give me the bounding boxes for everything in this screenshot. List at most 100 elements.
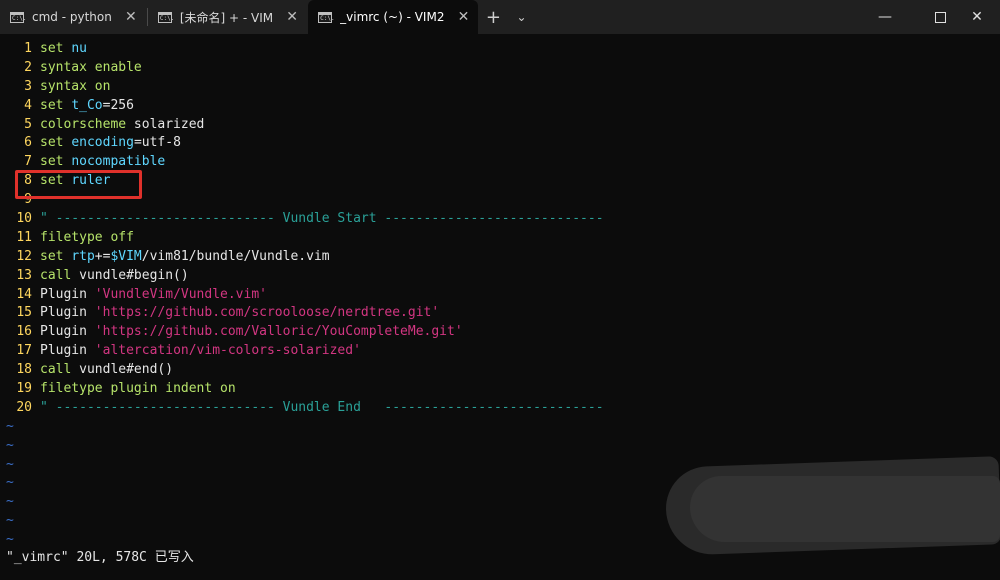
line-number: 11 <box>16 229 32 245</box>
code-token: Plugin <box>40 286 95 302</box>
code-line[interactable]: 1 set nu <box>0 40 1000 59</box>
tab-vimrc-active[interactable]: C:\. _vimrc (~) - VIM2 ✕ <box>308 0 479 34</box>
code-token: 'https://github.com/Valloric/YouComplete… <box>94 324 463 340</box>
code-line[interactable]: 2 syntax enable <box>0 59 1000 78</box>
code-token: filetype <box>40 381 103 397</box>
line-number: 14 <box>16 286 32 302</box>
line-number: 17 <box>16 343 32 359</box>
line-number: 1 <box>24 41 32 56</box>
code-line[interactable]: 20 " ---------------------------- Vundle … <box>0 399 1000 418</box>
code-line[interactable]: 6 set encoding=utf-8 <box>0 134 1000 153</box>
tab-bar: C:\. cmd - python ✕ C:\. [未命名] + - VIM ✕… <box>0 0 1000 34</box>
empty-line-tilde: ~ <box>6 437 14 453</box>
line-number: 16 <box>16 324 32 340</box>
line-number: 13 <box>16 267 32 283</box>
line-number: 20 <box>16 399 32 415</box>
close-window-button[interactable]: ✕ <box>954 0 1000 34</box>
code-token: set <box>40 248 64 264</box>
code-line[interactable]: 14 Plugin 'VundleVim/Vundle.vim' <box>0 286 1000 305</box>
code-token: t_Co <box>71 97 103 113</box>
code-line[interactable]: 9 <box>0 191 1000 210</box>
new-tab-button[interactable]: + <box>479 0 507 34</box>
code-token: rtp <box>71 248 95 264</box>
code-token: vundle#begin() <box>71 267 189 283</box>
code-token: 'VundleVim/Vundle.vim' <box>94 286 267 302</box>
code-token: " ---------------------------- Vundle St… <box>40 211 604 227</box>
terminal-icon: C:\. <box>318 11 335 23</box>
tab-cmd-python[interactable]: C:\. cmd - python ✕ <box>0 0 146 34</box>
code-line[interactable]: 15 Plugin 'https://github.com/scrooloose/… <box>0 304 1000 323</box>
line-number: 4 <box>24 97 32 113</box>
code-token: =utf-8 <box>133 135 181 151</box>
code-token: /vim81/bundle/Vundle.vim <box>141 248 330 264</box>
code-token: += <box>94 248 111 264</box>
terminal-icon: C:\. <box>10 11 26 23</box>
code-line[interactable]: 10 " ---------------------------- Vundle … <box>0 210 1000 229</box>
chevron-down-icon[interactable]: ⌄ <box>507 0 535 34</box>
code-line[interactable]: 11 filetype off <box>0 229 1000 248</box>
code-line[interactable]: 8 set ruler <box>0 172 1000 191</box>
code-token: 'https://github.com/scrooloose/nerdtree.… <box>94 305 440 321</box>
code-token: syntax <box>40 59 87 75</box>
code-line[interactable]: 7 set nocompatible <box>0 153 1000 172</box>
code-line[interactable]: 17 Plugin 'altercation/vim-colors-solariz… <box>0 342 1000 361</box>
line-number: 6 <box>24 135 32 151</box>
close-icon[interactable]: ✕ <box>456 9 470 25</box>
code-token: 'altercation/vim-colors-solarized' <box>94 343 361 359</box>
code-token: set <box>40 97 64 113</box>
line-number: 12 <box>16 248 32 264</box>
code-line[interactable]: 18 call vundle#end() <box>0 361 1000 380</box>
tab-label: [未命名] + - VIM <box>179 10 274 25</box>
tab-label: _vimrc (~) - VIM2 <box>340 10 445 24</box>
minimize-button[interactable]: — <box>862 0 908 34</box>
code-token: colorscheme <box>40 116 127 132</box>
code-line[interactable]: 3 syntax on <box>0 78 1000 97</box>
close-icon[interactable]: ✕ <box>124 9 138 25</box>
code-token: syntax <box>40 78 87 94</box>
code-token: set <box>40 135 64 151</box>
code-token: on <box>220 381 236 397</box>
code-token: " ---------------------------- Vundle En… <box>40 399 604 415</box>
line-number: 2 <box>24 59 32 75</box>
code-token: set <box>40 154 64 170</box>
code-line[interactable]: 4 set t_Co=256 <box>0 97 1000 116</box>
code-token: indent <box>165 381 213 397</box>
line-number: 19 <box>16 381 32 397</box>
highlight-annotation-box <box>15 170 142 199</box>
empty-line-tilde: ~ <box>6 418 14 434</box>
code-token: =256 <box>102 97 134 113</box>
redaction-blob <box>690 476 1000 542</box>
code-token: call <box>40 362 72 378</box>
code-token: encoding <box>71 135 134 151</box>
code-line[interactable]: 19 filetype plugin indent on <box>0 380 1000 399</box>
tab-vim-unnamed[interactable]: C:\. [未命名] + - VIM ✕ <box>148 0 307 34</box>
tab-label: cmd - python <box>32 10 112 24</box>
code-token: set <box>40 41 64 56</box>
code-line[interactable]: 12 set rtp+=$VIM/vim81/bundle/Vundle.vim <box>0 248 1000 267</box>
close-icon[interactable]: ✕ <box>285 9 299 25</box>
line-number: 18 <box>16 362 32 378</box>
line-number: 15 <box>16 305 32 321</box>
code-token: call <box>40 267 72 283</box>
code-line[interactable]: 5 colorscheme solarized <box>0 116 1000 135</box>
code-line[interactable]: 16 Plugin 'https://github.com/Valloric/Yo… <box>0 323 1000 342</box>
code-token: $VIM <box>110 248 142 264</box>
code-token: Plugin <box>40 305 95 321</box>
line-number: 3 <box>24 78 32 94</box>
code-token: nu <box>71 41 87 56</box>
code-token: Plugin <box>40 324 95 340</box>
code-token: filetype <box>40 229 103 245</box>
code-token: nocompatible <box>71 154 166 170</box>
code-line[interactable]: 13 call vundle#begin() <box>0 267 1000 286</box>
terminal-icon: C:\. <box>157 11 174 23</box>
code-token: off <box>110 229 134 245</box>
line-number: 5 <box>24 116 32 132</box>
line-number: 10 <box>16 211 32 227</box>
code-token: vundle#end() <box>71 362 174 378</box>
code-token: enable <box>94 59 142 75</box>
code-token: solarized <box>126 116 205 132</box>
code-token: on <box>94 78 111 94</box>
